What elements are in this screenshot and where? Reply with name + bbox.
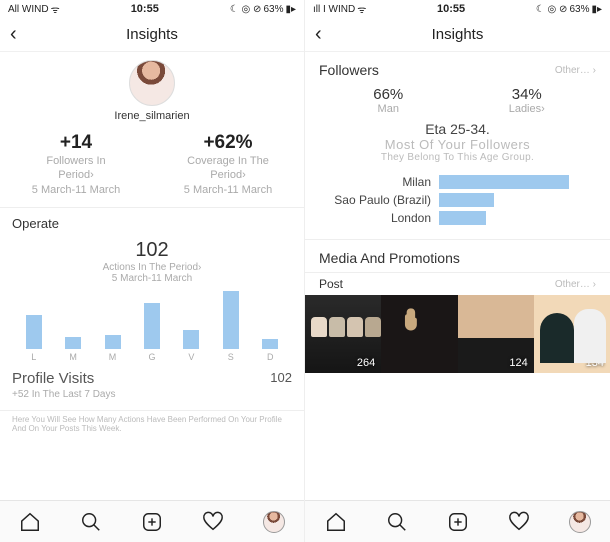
post-other-link[interactable]: Other… ›: [555, 279, 596, 290]
tab-search[interactable]: [80, 511, 102, 533]
status-bar: ıll I WIND ᯤ 10:55 ☾ ◎ ⊘ 63% ▮▸: [305, 0, 610, 18]
battery-text: 63%: [263, 4, 283, 15]
followers-title: Followers: [319, 62, 379, 78]
post-thumb[interactable]: [381, 295, 457, 373]
gender-label: Ladies›: [458, 103, 597, 115]
actions-sub: Actions In The Period›: [0, 262, 304, 273]
header: ‹ Insights: [305, 18, 610, 52]
actions-sub: 5 March-11 March: [0, 273, 304, 284]
tab-home[interactable]: [19, 511, 41, 533]
chart-bar: L: [22, 315, 46, 362]
back-button[interactable]: ‹: [10, 23, 17, 46]
age-sub: Most Of Your Followers: [319, 137, 596, 152]
stat-label: Period›: [152, 168, 304, 182]
city-row: Milan: [305, 173, 610, 191]
tab-search[interactable]: [386, 511, 408, 533]
profile-visits-sub: +52 In The Last 7 Days: [0, 389, 304, 406]
chart-bar: S: [219, 291, 243, 362]
footnote: Here You Will See How Many Actions Have …: [0, 411, 304, 434]
tab-activity[interactable]: [508, 511, 530, 533]
media-title: Media And Promotions: [305, 240, 610, 272]
age-title: Eta 25-34.: [319, 121, 596, 137]
chart-bar: M: [61, 337, 85, 362]
tab-add[interactable]: [447, 511, 469, 533]
stat-label: Period›: [0, 168, 152, 182]
followers-other-link[interactable]: Other… ›: [555, 65, 596, 76]
actions-chart: LMMGVSD: [0, 286, 304, 364]
back-button[interactable]: ‹: [315, 23, 322, 46]
tab-activity[interactable]: [202, 511, 224, 533]
profile-visits-row[interactable]: Profile Visits 102: [0, 364, 304, 389]
stat-label: Followers In: [0, 154, 152, 168]
carrier: All WIND: [8, 4, 49, 15]
city-row: London: [305, 209, 610, 227]
page-title: Insights: [305, 26, 610, 43]
operate-title: Operate: [0, 208, 304, 235]
city-row: Sao Paulo (Brazil): [305, 191, 610, 209]
header: ‹ Insights: [0, 18, 304, 52]
tab-profile[interactable]: [569, 511, 591, 533]
gender-pct: 34%: [458, 86, 597, 103]
stat-label: 5 March-11 March: [152, 183, 304, 197]
gender-pct: 66%: [319, 86, 458, 103]
tab-home[interactable]: [325, 511, 347, 533]
tab-bar: [0, 500, 304, 542]
actions-summary[interactable]: 102 Actions In The Period› 5 March-11 Ma…: [0, 235, 304, 286]
username: Irene_silmarien: [0, 110, 304, 122]
post-thumb[interactable]: 264: [305, 295, 381, 373]
gender-female: 34% Ladies›: [458, 86, 597, 115]
chart-bar: D: [258, 339, 282, 362]
chart-bar: V: [179, 330, 203, 362]
post-thumb[interactable]: 124: [458, 295, 534, 373]
actions-count: 102: [0, 239, 304, 262]
tab-add[interactable]: [141, 511, 163, 533]
stat-value: +14: [0, 132, 152, 154]
profile-visits-label: Profile Visits: [12, 370, 94, 387]
post-thumbnails: 264 124 134: [305, 295, 610, 373]
age-block: Eta 25-34. Most Of Your Followers They B…: [305, 115, 610, 173]
status-icons: ☾ ◎ ⊘: [536, 4, 568, 15]
profile-visits-count: 102: [270, 370, 292, 387]
chart-bar: M: [101, 335, 125, 362]
post-thumb[interactable]: 134: [534, 295, 610, 373]
coverage-stat[interactable]: +62% Coverage In The Period› 5 March-11 …: [152, 132, 304, 197]
chart-bar: G: [140, 303, 164, 362]
status-icons: ☾ ◎ ⊘: [230, 4, 262, 15]
age-note: They Belong To This Age Group.: [319, 152, 596, 163]
stat-label: Coverage In The: [152, 154, 304, 168]
stat-label: 5 March-11 March: [0, 183, 152, 197]
gender-male: 66% Man: [319, 86, 458, 115]
avatar[interactable]: [129, 60, 175, 106]
tab-profile[interactable]: [263, 511, 285, 533]
followers-stat[interactable]: +14 Followers In Period› 5 March-11 Marc…: [0, 132, 152, 197]
stat-value: +62%: [152, 132, 304, 154]
battery-icon: ▮▸: [591, 4, 602, 15]
gender-label: Man: [319, 103, 458, 115]
wifi-icon: ᯤ: [357, 2, 366, 16]
post-count: 124: [509, 357, 527, 369]
clock: 10:55: [131, 3, 159, 15]
wifi-icon: ᯤ: [51, 2, 60, 16]
clock: 10:55: [437, 3, 465, 15]
battery-text: 63%: [569, 4, 589, 15]
tab-bar: [305, 500, 610, 542]
post-count: 134: [586, 357, 604, 369]
page-title: Insights: [0, 26, 304, 43]
post-count: 264: [357, 357, 375, 369]
city-chart: MilanSao Paulo (Brazil)London: [305, 173, 610, 227]
battery-icon: ▮▸: [285, 4, 296, 15]
carrier: ıll I WIND: [313, 4, 355, 15]
post-title: Post: [319, 277, 343, 291]
status-bar: All WIND ᯤ 10:55 ☾ ◎ ⊘ 63% ▮▸: [0, 0, 304, 18]
